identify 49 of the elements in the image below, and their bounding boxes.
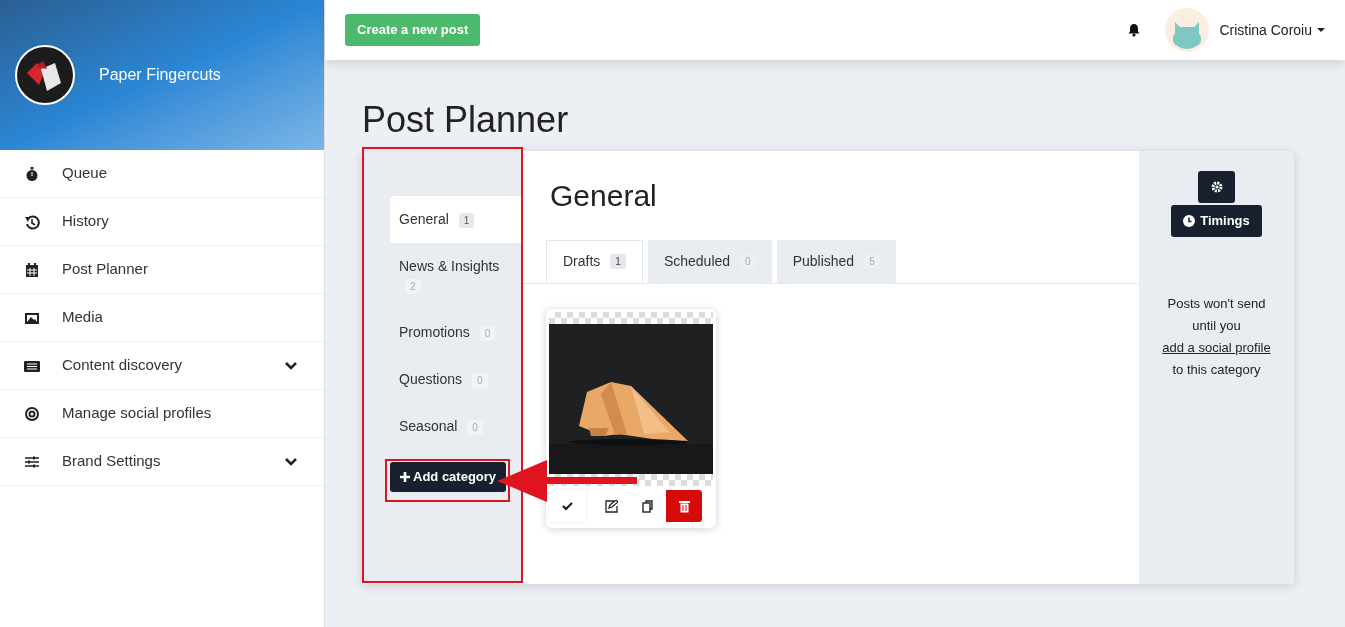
count-badge: 1 bbox=[458, 213, 475, 228]
nav-item[interactable]: Queue bbox=[0, 150, 324, 198]
count-badge: 0 bbox=[467, 420, 483, 435]
stopwatch-icon bbox=[24, 165, 40, 182]
category-title: General bbox=[549, 178, 658, 214]
copy-icon bbox=[642, 499, 653, 513]
category-item[interactable]: Questions 0 bbox=[390, 356, 522, 403]
clock-icon bbox=[1183, 215, 1196, 227]
chevron-down-icon bbox=[284, 360, 298, 371]
history-icon bbox=[24, 213, 40, 230]
user-menu[interactable]: Cristina Coroiu bbox=[1219, 19, 1325, 41]
add-category-button[interactable]: Add category bbox=[390, 462, 507, 492]
nav-item[interactable]: Media bbox=[0, 294, 324, 342]
tab[interactable]: Drafts 1 bbox=[546, 240, 643, 283]
category-item[interactable]: Promotions 0 bbox=[390, 309, 522, 356]
nav-item[interactable]: Manage social profiles bbox=[0, 390, 324, 438]
approve-button[interactable] bbox=[549, 490, 586, 522]
brand-avatar bbox=[15, 45, 75, 105]
gear-icon bbox=[1210, 181, 1223, 193]
category-item[interactable]: Seasonal 0 bbox=[390, 403, 522, 450]
page-title: Post Planner bbox=[362, 98, 570, 142]
count-badge: 1 bbox=[610, 254, 626, 269]
count-badge: 0 bbox=[740, 254, 756, 269]
delete-button[interactable] bbox=[666, 490, 702, 522]
count-badge: 5 bbox=[864, 254, 880, 269]
bell-icon[interactable] bbox=[1127, 23, 1142, 37]
nav-item[interactable]: Brand Settings bbox=[0, 438, 324, 486]
calendar-icon bbox=[24, 261, 40, 278]
tab[interactable]: Scheduled 0 bbox=[647, 240, 772, 283]
count-badge: 0 bbox=[479, 326, 496, 341]
tab[interactable]: Published 5 bbox=[776, 240, 896, 283]
notice-text: Posts won't send until you add a social profile to this category bbox=[1161, 295, 1272, 379]
nav-item[interactable]: Post Planner bbox=[0, 246, 324, 294]
caret-icon bbox=[1317, 28, 1325, 32]
check-icon bbox=[562, 501, 573, 511]
settings-button[interactable] bbox=[1198, 171, 1235, 203]
count-badge: 0 bbox=[471, 373, 488, 388]
nav-item[interactable]: History bbox=[0, 198, 324, 246]
nav-item[interactable]: Content discovery bbox=[0, 342, 324, 390]
social-profile-link[interactable]: add a social profile bbox=[1162, 340, 1271, 355]
trash-icon bbox=[678, 499, 690, 513]
category-item[interactable]: News & Insights 2 bbox=[390, 243, 522, 309]
count-badge: 2 bbox=[405, 279, 421, 294]
brand-name: Paper Fingercuts bbox=[99, 65, 221, 85]
edit-icon bbox=[603, 499, 618, 513]
chevron-down-icon bbox=[284, 456, 298, 467]
category-item[interactable]: General 1 bbox=[390, 196, 522, 243]
timings-button[interactable]: Timings bbox=[1171, 205, 1262, 237]
plus-icon bbox=[400, 472, 410, 482]
